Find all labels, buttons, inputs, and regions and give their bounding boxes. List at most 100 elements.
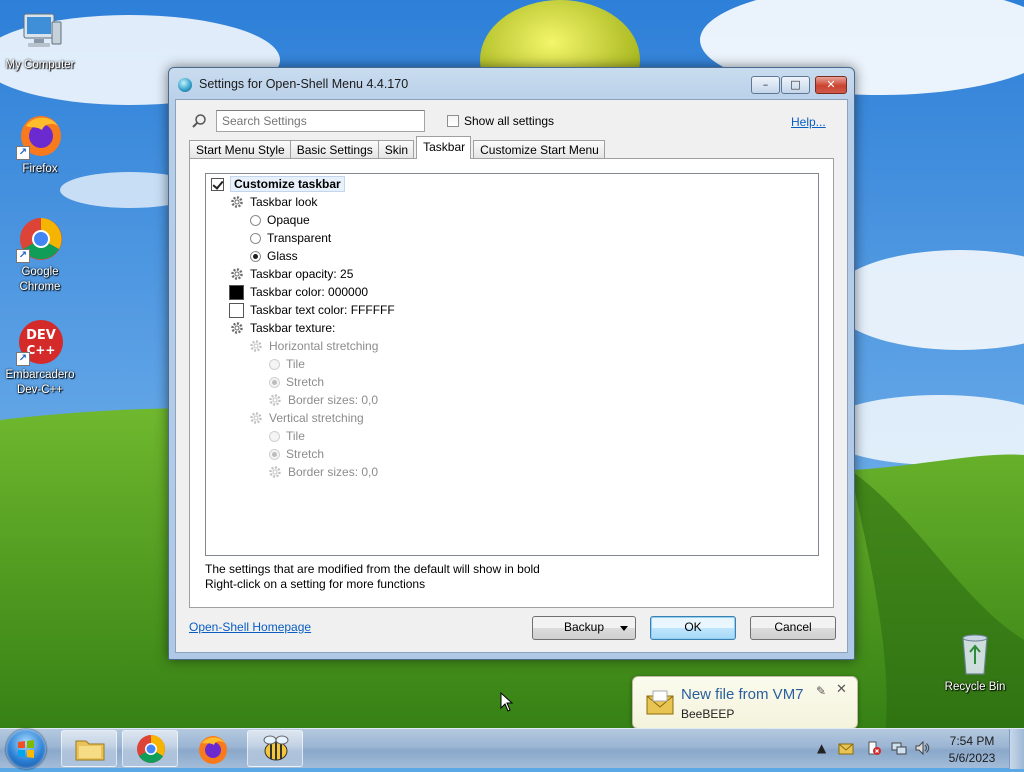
backup-button-label: Backup [563,620,605,634]
tab-start-menu-style[interactable]: Start Menu Style [189,140,291,159]
search-icon [192,114,206,128]
notification-balloon[interactable]: New file from VM7 BeeBEEP ✎ ✕ [632,676,858,738]
desktop-icon-recycle-bin[interactable]: Recycle Bin [935,630,1015,695]
tree-item-vertical-stretching[interactable]: Vertical stretching [249,409,364,427]
title-bar[interactable]: Settings for Open-Shell Menu 4.4.170 – □… [169,68,854,102]
tree-item-v-tile[interactable]: Tile [269,427,305,445]
tree-item-v-border-sizes[interactable]: Border sizes: 0,0 [268,463,378,481]
checkbox-box[interactable] [447,115,459,127]
desktop-icon-label: Recycle Bin [944,681,1006,693]
desktop-icon-label-line2: Chrome [19,281,61,293]
tree-item-taskbar-color[interactable]: Taskbar color: 000000 [229,283,368,301]
volume-icon[interactable] [914,740,930,756]
hint-bold-modified: The settings that are modified from the … [205,562,540,576]
tree-item-opaque[interactable]: Opaque [250,211,310,229]
desktop-icon-label: Firefox [22,163,58,175]
maximize-button[interactable]: □ [781,76,810,94]
show-all-settings-checkbox[interactable]: Show all settings [447,114,554,128]
help-link[interactable]: Help... [791,115,826,129]
tree-item-h-stretch[interactable]: Stretch [269,373,324,391]
tree-item-label: Stretch [286,447,325,461]
customize-taskbar-checkbox[interactable] [211,177,224,191]
color-swatch[interactable] [229,284,244,300]
tree-item-label: Horizontal stretching [269,339,379,353]
tab-basic-settings[interactable]: Basic Settings [289,140,379,159]
tree-item-v-stretch[interactable]: Stretch [269,445,324,463]
minimize-button[interactable]: – [751,76,780,94]
tree-item-label: Transparent [267,231,332,245]
gear-icon [269,466,281,478]
desktop-icon-label: My Computer [5,59,75,71]
start-button[interactable] [6,729,46,769]
radio-h-tile[interactable] [269,358,280,370]
mouse-cursor-icon [500,692,514,712]
bee-icon [263,735,289,761]
radio-opaque[interactable] [250,214,261,226]
taskbar: ▲ 7:54 PM 5/6/2023 [0,728,1024,769]
gear-icon [269,394,281,406]
tree-item-glass[interactable]: Glass [250,247,298,265]
text-color-swatch[interactable] [229,302,244,318]
taskbar-beebeep-button[interactable] [247,730,303,767]
tree-item-taskbar-texture[interactable]: Taskbar texture: [230,319,335,337]
beebeep-tray-icon[interactable] [838,740,854,756]
tree-item-label: Taskbar opacity: 25 [250,267,354,281]
tree-item-label: Border sizes: 0,0 [288,465,379,479]
desktop-icon-label-line1: Google [21,266,59,278]
cancel-button[interactable]: Cancel [750,616,836,640]
tree-item-h-tile[interactable]: Tile [269,355,305,373]
radio-v-tile[interactable] [269,430,280,442]
desktop-icon-my-computer[interactable]: My Computer [0,8,80,73]
desktop-icon-label-line1: Embarcadero [5,369,75,381]
settings-tree[interactable]: Customize taskbar Taskbar look Opaque Tr… [205,173,819,556]
tree-item-taskbar-opacity[interactable]: Taskbar opacity: 25 [230,265,353,283]
settings-dialog: Settings for Open-Shell Menu 4.4.170 – □… [168,67,855,660]
radio-transparent[interactable] [250,232,261,244]
dev-cpp-icon: DEV C++ ↗ [16,318,64,366]
notification-close-button[interactable]: ✕ [836,682,847,697]
open-shell-homepage-link[interactable]: Open-Shell Homepage [189,620,311,634]
tree-item-label: Customize taskbar [230,176,345,192]
tree-item-horizontal-stretching[interactable]: Horizontal stretching [249,337,378,355]
desktop-icon-dev-cpp[interactable]: DEV C++ ↗ Embarcadero Dev-C++ [0,318,80,398]
tree-item-taskbar-text-color[interactable]: Taskbar text color: FFFFFF [229,301,395,319]
folder-icon [75,740,105,761]
clock-time[interactable]: 7:54 PM [940,734,1004,748]
radio-h-stretch[interactable] [269,376,280,388]
tree-item-label: Tile [286,429,305,443]
radio-glass[interactable] [250,250,261,262]
action-center-icon[interactable] [866,740,882,756]
tree-item-customize-taskbar[interactable]: Customize taskbar [211,175,345,193]
tree-item-label: Taskbar text color: FFFFFF [250,303,395,317]
show-all-settings-label: Show all settings [464,114,555,128]
clock-date[interactable]: 5/6/2023 [940,751,1004,765]
firefox-icon [199,736,227,764]
recycle-bin-icon [951,630,999,678]
tree-item-transparent[interactable]: Transparent [250,229,331,247]
show-desktop-button[interactable] [1009,729,1024,769]
show-hidden-icons-button[interactable]: ▲ [817,741,826,755]
network-icon[interactable] [891,740,907,756]
close-button[interactable]: ✕ [815,76,847,94]
tab-customize-start-menu[interactable]: Customize Start Menu [473,140,605,159]
taskbar-chrome-button[interactable] [122,730,178,767]
tree-item-taskbar-look[interactable]: Taskbar look [230,193,317,211]
mail-icon [646,690,674,715]
tab-taskbar[interactable]: Taskbar [416,136,472,159]
ok-button[interactable]: OK [650,616,736,640]
tree-item-h-border-sizes[interactable]: Border sizes: 0,0 [268,391,378,409]
pin-icon[interactable]: ✎ [816,684,826,698]
backup-button[interactable]: Backup [532,616,636,640]
notification-body: BeeBEEP [681,707,735,721]
search-input[interactable] [216,110,425,132]
desktop-icon-firefox[interactable]: ↗ Firefox [0,112,80,177]
dialog-client-area: Show all settings Help... Start Menu Sty… [175,99,848,653]
tab-skin[interactable]: Skin [377,140,415,159]
taskbar-explorer-button[interactable] [61,730,117,767]
desktop-icon-google-chrome[interactable]: ↗ Google Chrome [0,215,80,295]
gear-icon [250,412,262,424]
taskbar-firefox-button[interactable] [184,730,240,767]
tree-item-label: Tile [286,357,305,371]
gear-icon [231,268,243,280]
radio-v-stretch[interactable] [269,448,280,460]
